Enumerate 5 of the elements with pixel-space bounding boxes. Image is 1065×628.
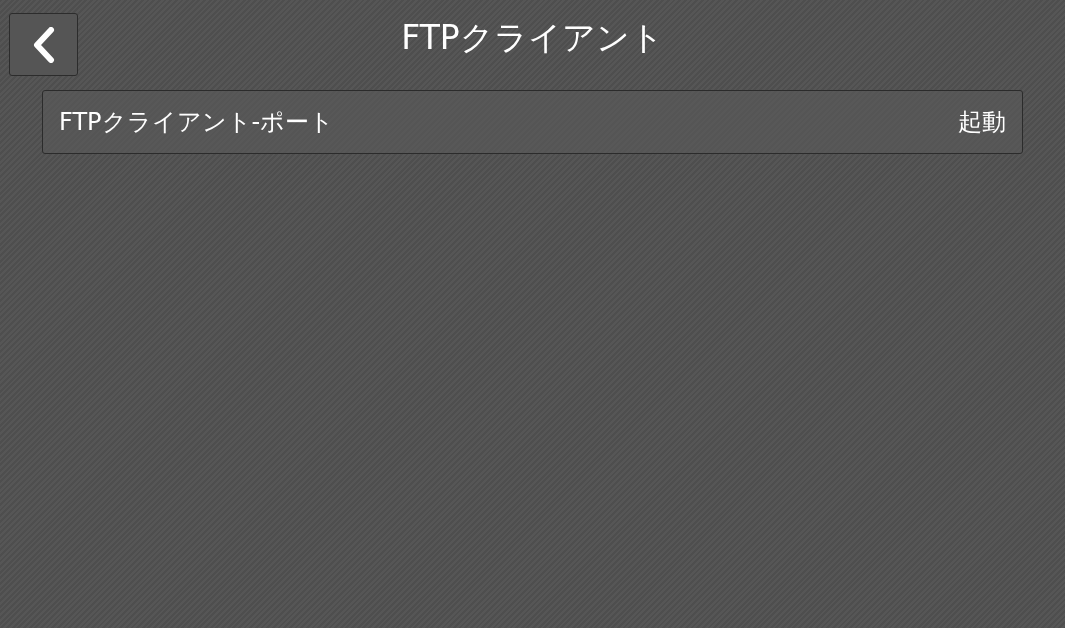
setting-label: FTPクライアント-ポート [59,107,335,138]
setting-value: 起動 [958,107,1006,138]
back-button[interactable] [9,13,78,76]
page-title: FTPクライアント [401,16,664,59]
setting-row[interactable]: FTPクライアント-ポート 起動 [42,90,1023,154]
